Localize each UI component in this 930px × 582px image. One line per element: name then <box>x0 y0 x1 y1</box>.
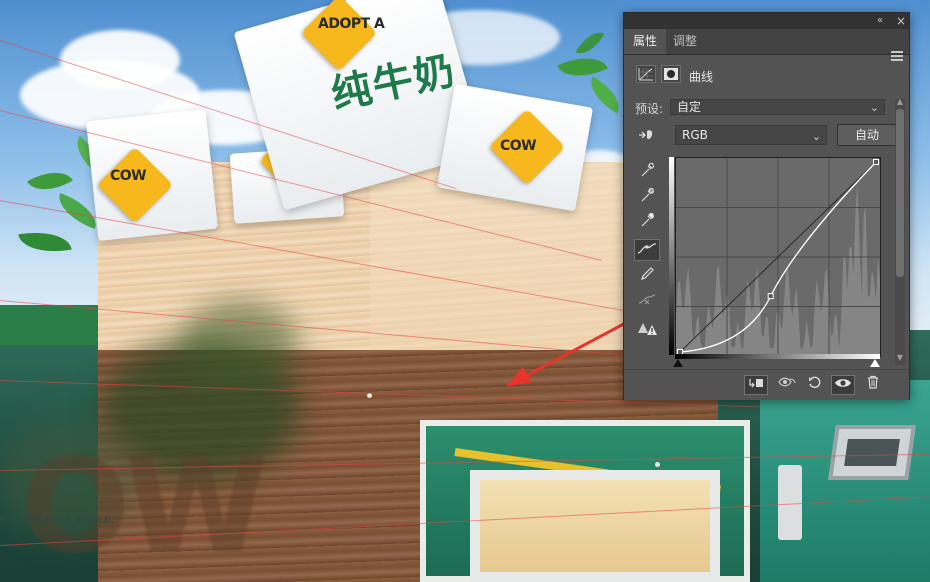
adjustment-title: 曲线 <box>689 70 714 84</box>
sample-gray-eyedropper-icon[interactable] <box>634 186 660 208</box>
crate-bolt <box>655 462 660 467</box>
curves-adjustment-icon <box>636 65 656 83</box>
auto-button[interactable]: 自动 <box>837 124 897 146</box>
channel-select[interactable]: RGB ⌄ <box>675 125 827 145</box>
pencil-draw-icon[interactable] <box>634 265 660 287</box>
sample-white-eyedropper-icon[interactable] <box>634 211 660 233</box>
reset-icon[interactable] <box>803 375 827 395</box>
properties-panel: « × 属性 调整 曲线 预设: 自定 ⌄ RGB ⌄ 自动 ▲ ▼ <box>623 12 910 400</box>
channel-value: RGB <box>682 128 708 142</box>
view-previous-state-icon[interactable] <box>775 375 799 395</box>
scroll-up-icon[interactable]: ▲ <box>895 97 905 106</box>
output-gradient-bar <box>669 157 674 355</box>
preset-value: 自定 <box>677 100 702 114</box>
air-vent <box>828 425 916 480</box>
panel-scrollbar-thumb[interactable] <box>896 109 904 277</box>
curve-control-point <box>767 293 774 300</box>
input-gradient-bar <box>675 354 880 359</box>
tab-properties[interactable]: 属性 <box>624 29 667 54</box>
smooth-curve-icon[interactable] <box>634 291 660 313</box>
sample-black-eyedropper-icon[interactable] <box>634 161 660 183</box>
cloud <box>60 30 180 90</box>
shop-window <box>470 470 720 582</box>
on-image-adjust-icon[interactable] <box>636 127 656 146</box>
clipping-warning-icon[interactable] <box>634 319 660 341</box>
clip-to-layer-icon[interactable] <box>744 375 768 395</box>
blurred-foliage <box>180 300 300 390</box>
hamburger-menu-icon[interactable] <box>891 51 903 63</box>
panel-titlebar[interactable]: « × <box>624 13 909 29</box>
panel-bottom-bar <box>624 369 909 400</box>
visibility-eye-icon[interactable] <box>831 375 855 395</box>
chevron-down-icon: ⌄ <box>869 101 879 114</box>
curve-points-icon[interactable] <box>634 239 660 261</box>
curve-control-point <box>873 159 879 165</box>
trash-icon[interactable] <box>861 375 885 395</box>
collapse-panel-icon[interactable]: « <box>877 14 883 28</box>
close-panel-icon[interactable]: × <box>896 14 906 28</box>
tag-brand-text: COW <box>500 138 537 154</box>
panel-tabbar: 属性 调整 <box>624 29 909 61</box>
scroll-down-icon[interactable]: ▼ <box>895 353 905 362</box>
preset-select[interactable]: 自定 ⌄ <box>670 99 885 115</box>
black-point-slider[interactable] <box>673 359 683 367</box>
curves-graph[interactable] <box>675 157 881 357</box>
tagline-text: H IN THE REAL WORLD. <box>0 515 115 525</box>
tag-top-text: ADOPT A <box>318 16 385 32</box>
layer-mask-icon[interactable] <box>661 65 681 83</box>
tag-brand-text: COW <box>110 168 147 184</box>
large-background-letters: OW <box>20 430 268 582</box>
chevron-down-icon: ⌄ <box>811 130 821 143</box>
grass-strip <box>0 305 110 345</box>
white-point-slider[interactable] <box>870 359 880 367</box>
tab-adjustments[interactable]: 调整 <box>664 29 706 54</box>
preset-label: 预设: <box>635 102 664 116</box>
